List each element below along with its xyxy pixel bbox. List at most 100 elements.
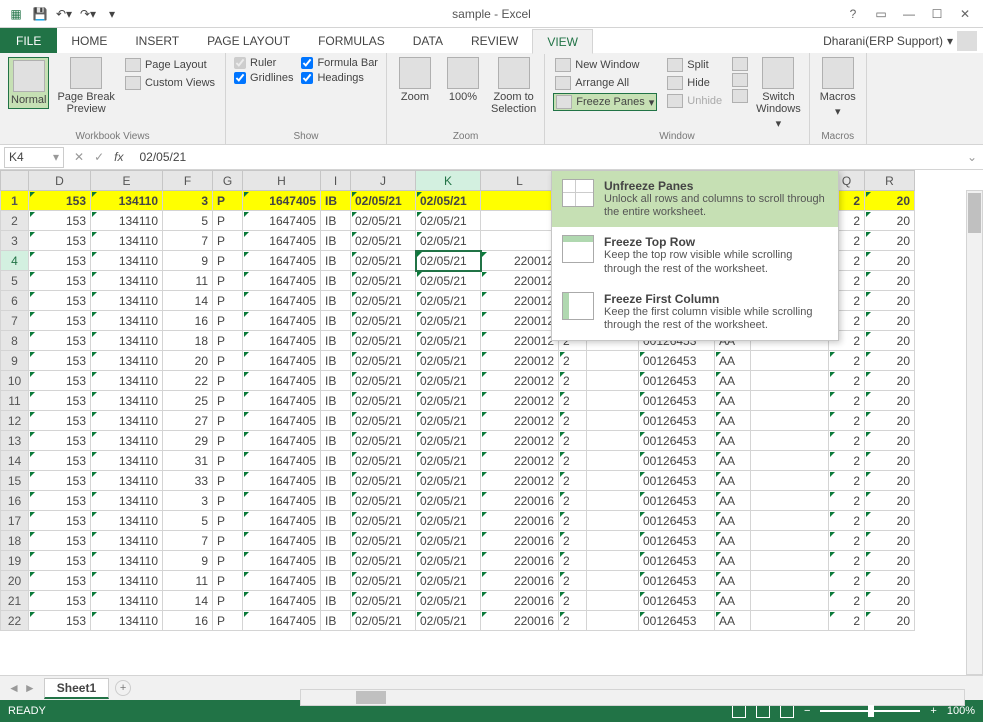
avatar[interactable] bbox=[957, 31, 977, 51]
cell[interactable]: IB bbox=[321, 611, 351, 631]
cell[interactable]: 20 bbox=[865, 271, 915, 291]
cell[interactable]: P bbox=[213, 491, 243, 511]
cell[interactable]: 02/05/21 bbox=[416, 291, 481, 311]
cell[interactable]: AA bbox=[715, 511, 751, 531]
cell[interactable]: 00126453 bbox=[639, 371, 715, 391]
gridlines-checkbox[interactable]: Gridlines bbox=[234, 72, 293, 84]
row-header[interactable]: 7 bbox=[1, 311, 29, 331]
cell[interactable]: 1647405 bbox=[243, 311, 321, 331]
cell[interactable]: 153 bbox=[29, 531, 91, 551]
cell[interactable]: 20 bbox=[865, 411, 915, 431]
cell[interactable]: 220012 bbox=[481, 311, 559, 331]
cell[interactable]: 1647405 bbox=[243, 291, 321, 311]
cell[interactable]: 220016 bbox=[481, 551, 559, 571]
cell[interactable]: 153 bbox=[29, 431, 91, 451]
cell[interactable]: 2 bbox=[559, 391, 587, 411]
cell[interactable]: 134110 bbox=[91, 251, 163, 271]
cell[interactable]: IB bbox=[321, 431, 351, 451]
name-box[interactable]: K4▾ bbox=[4, 147, 64, 168]
cell[interactable]: AA bbox=[715, 411, 751, 431]
cell[interactable] bbox=[751, 551, 829, 571]
cell[interactable]: 220012 bbox=[481, 331, 559, 351]
cell[interactable]: 02/05/21 bbox=[416, 311, 481, 331]
tab-view[interactable]: VIEW bbox=[532, 29, 593, 54]
cell[interactable]: 02/05/21 bbox=[351, 531, 416, 551]
cell[interactable]: 153 bbox=[29, 611, 91, 631]
cell[interactable]: 02/05/21 bbox=[416, 191, 481, 211]
cell[interactable]: 02/05/21 bbox=[351, 251, 416, 271]
help-icon[interactable]: ? bbox=[841, 4, 865, 24]
column-header-E[interactable]: E bbox=[91, 171, 163, 191]
cell[interactable]: 7 bbox=[163, 231, 213, 251]
cell[interactable]: IB bbox=[321, 311, 351, 331]
cell[interactable] bbox=[751, 411, 829, 431]
cell[interactable]: 153 bbox=[29, 411, 91, 431]
cell[interactable]: 25 bbox=[163, 391, 213, 411]
cell[interactable] bbox=[587, 571, 639, 591]
cell[interactable]: 1647405 bbox=[243, 271, 321, 291]
cell[interactable]: 20 bbox=[865, 251, 915, 271]
cell[interactable]: 1647405 bbox=[243, 211, 321, 231]
minimize-icon[interactable]: — bbox=[897, 4, 921, 24]
cell[interactable]: P bbox=[213, 431, 243, 451]
excel-icon[interactable]: ▦ bbox=[8, 6, 24, 22]
cell[interactable]: P bbox=[213, 191, 243, 211]
cell[interactable]: 31 bbox=[163, 451, 213, 471]
cell[interactable]: 134110 bbox=[91, 351, 163, 371]
cell[interactable] bbox=[587, 351, 639, 371]
cell[interactable]: 02/05/21 bbox=[416, 511, 481, 531]
cell[interactable]: 11 bbox=[163, 571, 213, 591]
cell[interactable]: 153 bbox=[29, 391, 91, 411]
cell[interactable]: AA bbox=[715, 471, 751, 491]
worksheet-grid[interactable]: DEFGHIJKLMNOPQR11531341103P1647405IB02/0… bbox=[0, 170, 983, 675]
cell[interactable]: 02/05/21 bbox=[351, 471, 416, 491]
cell[interactable]: IB bbox=[321, 371, 351, 391]
cell[interactable]: P bbox=[213, 451, 243, 471]
cell[interactable]: 02/05/21 bbox=[351, 391, 416, 411]
row-header[interactable]: 3 bbox=[1, 231, 29, 251]
fx-icon[interactable]: fx bbox=[114, 150, 123, 164]
cell[interactable]: 02/05/21 bbox=[416, 591, 481, 611]
cell[interactable]: 220016 bbox=[481, 571, 559, 591]
enter-icon[interactable]: ✓ bbox=[94, 150, 104, 164]
qat-customize-icon[interactable]: ▾ bbox=[104, 6, 120, 22]
cell[interactable]: 00126453 bbox=[639, 571, 715, 591]
cell[interactable]: IB bbox=[321, 331, 351, 351]
cell[interactable]: P bbox=[213, 211, 243, 231]
cell[interactable]: 220012 bbox=[481, 451, 559, 471]
cell[interactable]: 00126453 bbox=[639, 551, 715, 571]
row-header[interactable]: 17 bbox=[1, 511, 29, 531]
cell[interactable]: 5 bbox=[163, 211, 213, 231]
cell[interactable]: AA bbox=[715, 611, 751, 631]
cell[interactable] bbox=[481, 211, 559, 231]
expand-formula-icon[interactable]: ⌄ bbox=[961, 150, 983, 164]
cell[interactable]: 02/05/21 bbox=[351, 611, 416, 631]
cell[interactable]: 134110 bbox=[91, 191, 163, 211]
row-header[interactable]: 14 bbox=[1, 451, 29, 471]
cell[interactable]: 1647405 bbox=[243, 531, 321, 551]
cell[interactable]: 153 bbox=[29, 451, 91, 471]
cell[interactable] bbox=[587, 511, 639, 531]
cell[interactable]: 29 bbox=[163, 431, 213, 451]
cell[interactable]: 02/05/21 bbox=[351, 571, 416, 591]
cell[interactable]: 20 bbox=[865, 611, 915, 631]
cell[interactable]: 153 bbox=[29, 251, 91, 271]
cell[interactable] bbox=[751, 431, 829, 451]
row-header[interactable]: 10 bbox=[1, 371, 29, 391]
column-header-I[interactable]: I bbox=[321, 171, 351, 191]
tab-home[interactable]: HOME bbox=[57, 28, 121, 53]
cell[interactable]: 00126453 bbox=[639, 511, 715, 531]
cell[interactable]: 153 bbox=[29, 211, 91, 231]
tab-insert[interactable]: INSERT bbox=[121, 28, 193, 53]
cell[interactable]: 02/05/21 bbox=[416, 611, 481, 631]
cell[interactable]: IB bbox=[321, 411, 351, 431]
cell[interactable]: 1647405 bbox=[243, 491, 321, 511]
cell[interactable]: 02/05/21 bbox=[416, 331, 481, 351]
cell[interactable]: 1647405 bbox=[243, 431, 321, 451]
cell[interactable]: AA bbox=[715, 531, 751, 551]
cell[interactable]: 1647405 bbox=[243, 251, 321, 271]
cell[interactable]: 220012 bbox=[481, 391, 559, 411]
cell[interactable]: IB bbox=[321, 291, 351, 311]
cell[interactable]: P bbox=[213, 291, 243, 311]
cell[interactable]: 22 bbox=[163, 371, 213, 391]
